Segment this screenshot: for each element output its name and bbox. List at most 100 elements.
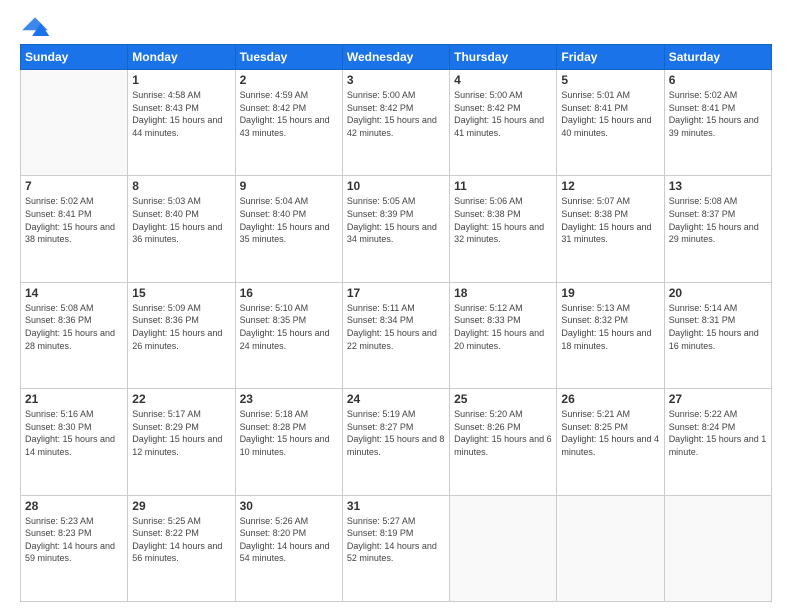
calendar-cell: 6 Sunrise: 5:02 AM Sunset: 8:41 PM Dayli… <box>664 70 771 176</box>
sunrise-text: Sunrise: 5:10 AM <box>240 303 309 313</box>
daylight-text: Daylight: 15 hours and 29 minutes. <box>669 222 759 245</box>
day-number: 7 <box>25 179 123 193</box>
calendar-cell: 2 Sunrise: 4:59 AM Sunset: 8:42 PM Dayli… <box>235 70 342 176</box>
sunrise-text: Sunrise: 5:13 AM <box>561 303 630 313</box>
sunrise-text: Sunrise: 5:01 AM <box>561 90 630 100</box>
calendar-cell: 15 Sunrise: 5:09 AM Sunset: 8:36 PM Dayl… <box>128 282 235 388</box>
day-info: Sunrise: 5:02 AM Sunset: 8:41 PM Dayligh… <box>669 89 767 139</box>
sunset-text: Sunset: 8:36 PM <box>132 315 199 325</box>
calendar-cell: 22 Sunrise: 5:17 AM Sunset: 8:29 PM Dayl… <box>128 389 235 495</box>
calendar-cell: 12 Sunrise: 5:07 AM Sunset: 8:38 PM Dayl… <box>557 176 664 282</box>
day-number: 20 <box>669 286 767 300</box>
day-info: Sunrise: 5:18 AM Sunset: 8:28 PM Dayligh… <box>240 408 338 458</box>
weekday-header-sunday: Sunday <box>21 45 128 70</box>
sunset-text: Sunset: 8:31 PM <box>669 315 736 325</box>
daylight-text: Daylight: 14 hours and 54 minutes. <box>240 541 330 564</box>
sunset-text: Sunset: 8:34 PM <box>347 315 414 325</box>
day-number: 24 <box>347 392 445 406</box>
day-info: Sunrise: 5:19 AM Sunset: 8:27 PM Dayligh… <box>347 408 445 458</box>
day-number: 27 <box>669 392 767 406</box>
sunset-text: Sunset: 8:26 PM <box>454 422 521 432</box>
sunrise-text: Sunrise: 5:07 AM <box>561 196 630 206</box>
calendar-cell: 5 Sunrise: 5:01 AM Sunset: 8:41 PM Dayli… <box>557 70 664 176</box>
sunset-text: Sunset: 8:40 PM <box>240 209 307 219</box>
daylight-text: Daylight: 15 hours and 4 minutes. <box>561 434 659 457</box>
daylight-text: Daylight: 15 hours and 14 minutes. <box>25 434 115 457</box>
sunrise-text: Sunrise: 5:25 AM <box>132 516 201 526</box>
calendar-cell: 26 Sunrise: 5:21 AM Sunset: 8:25 PM Dayl… <box>557 389 664 495</box>
sunrise-text: Sunrise: 5:17 AM <box>132 409 201 419</box>
day-number: 17 <box>347 286 445 300</box>
sunset-text: Sunset: 8:42 PM <box>454 103 521 113</box>
day-number: 6 <box>669 73 767 87</box>
day-info: Sunrise: 5:20 AM Sunset: 8:26 PM Dayligh… <box>454 408 552 458</box>
day-info: Sunrise: 5:09 AM Sunset: 8:36 PM Dayligh… <box>132 302 230 352</box>
day-info: Sunrise: 5:08 AM Sunset: 8:36 PM Dayligh… <box>25 302 123 352</box>
sunset-text: Sunset: 8:25 PM <box>561 422 628 432</box>
calendar-cell: 13 Sunrise: 5:08 AM Sunset: 8:37 PM Dayl… <box>664 176 771 282</box>
page: SundayMondayTuesdayWednesdayThursdayFrid… <box>0 0 792 612</box>
day-info: Sunrise: 5:10 AM Sunset: 8:35 PM Dayligh… <box>240 302 338 352</box>
sunrise-text: Sunrise: 5:06 AM <box>454 196 523 206</box>
daylight-text: Daylight: 15 hours and 44 minutes. <box>132 115 222 138</box>
day-info: Sunrise: 5:06 AM Sunset: 8:38 PM Dayligh… <box>454 195 552 245</box>
daylight-text: Daylight: 14 hours and 52 minutes. <box>347 541 437 564</box>
day-number: 5 <box>561 73 659 87</box>
sunrise-text: Sunrise: 5:23 AM <box>25 516 94 526</box>
day-info: Sunrise: 5:02 AM Sunset: 8:41 PM Dayligh… <box>25 195 123 245</box>
calendar-cell: 27 Sunrise: 5:22 AM Sunset: 8:24 PM Dayl… <box>664 389 771 495</box>
daylight-text: Daylight: 15 hours and 6 minutes. <box>454 434 552 457</box>
calendar-cell: 8 Sunrise: 5:03 AM Sunset: 8:40 PM Dayli… <box>128 176 235 282</box>
day-number: 15 <box>132 286 230 300</box>
sunset-text: Sunset: 8:36 PM <box>25 315 92 325</box>
calendar-cell: 24 Sunrise: 5:19 AM Sunset: 8:27 PM Dayl… <box>342 389 449 495</box>
logo-icon <box>20 16 50 36</box>
calendar-week-row: 28 Sunrise: 5:23 AM Sunset: 8:23 PM Dayl… <box>21 495 772 601</box>
daylight-text: Daylight: 15 hours and 12 minutes. <box>132 434 222 457</box>
daylight-text: Daylight: 15 hours and 1 minute. <box>669 434 767 457</box>
sunset-text: Sunset: 8:40 PM <box>132 209 199 219</box>
day-info: Sunrise: 5:14 AM Sunset: 8:31 PM Dayligh… <box>669 302 767 352</box>
day-info: Sunrise: 5:12 AM Sunset: 8:33 PM Dayligh… <box>454 302 552 352</box>
sunrise-text: Sunrise: 5:14 AM <box>669 303 738 313</box>
day-info: Sunrise: 5:00 AM Sunset: 8:42 PM Dayligh… <box>347 89 445 139</box>
calendar-cell: 14 Sunrise: 5:08 AM Sunset: 8:36 PM Dayl… <box>21 282 128 388</box>
daylight-text: Daylight: 15 hours and 26 minutes. <box>132 328 222 351</box>
day-info: Sunrise: 5:00 AM Sunset: 8:42 PM Dayligh… <box>454 89 552 139</box>
daylight-text: Daylight: 15 hours and 31 minutes. <box>561 222 651 245</box>
sunset-text: Sunset: 8:43 PM <box>132 103 199 113</box>
sunset-text: Sunset: 8:19 PM <box>347 528 414 538</box>
sunrise-text: Sunrise: 5:05 AM <box>347 196 416 206</box>
daylight-text: Daylight: 15 hours and 42 minutes. <box>347 115 437 138</box>
day-number: 8 <box>132 179 230 193</box>
day-info: Sunrise: 5:13 AM Sunset: 8:32 PM Dayligh… <box>561 302 659 352</box>
calendar-cell: 25 Sunrise: 5:20 AM Sunset: 8:26 PM Dayl… <box>450 389 557 495</box>
sunset-text: Sunset: 8:38 PM <box>561 209 628 219</box>
sunrise-text: Sunrise: 4:59 AM <box>240 90 309 100</box>
sunset-text: Sunset: 8:30 PM <box>25 422 92 432</box>
calendar-cell: 29 Sunrise: 5:25 AM Sunset: 8:22 PM Dayl… <box>128 495 235 601</box>
calendar-week-row: 1 Sunrise: 4:58 AM Sunset: 8:43 PM Dayli… <box>21 70 772 176</box>
calendar-cell: 16 Sunrise: 5:10 AM Sunset: 8:35 PM Dayl… <box>235 282 342 388</box>
day-info: Sunrise: 5:07 AM Sunset: 8:38 PM Dayligh… <box>561 195 659 245</box>
sunset-text: Sunset: 8:38 PM <box>454 209 521 219</box>
day-number: 22 <box>132 392 230 406</box>
daylight-text: Daylight: 15 hours and 16 minutes. <box>669 328 759 351</box>
sunrise-text: Sunrise: 5:08 AM <box>25 303 94 313</box>
weekday-header-wednesday: Wednesday <box>342 45 449 70</box>
sunset-text: Sunset: 8:41 PM <box>669 103 736 113</box>
sunrise-text: Sunrise: 4:58 AM <box>132 90 201 100</box>
calendar-cell <box>450 495 557 601</box>
calendar-cell <box>664 495 771 601</box>
day-number: 31 <box>347 499 445 513</box>
day-number: 25 <box>454 392 552 406</box>
sunrise-text: Sunrise: 5:16 AM <box>25 409 94 419</box>
daylight-text: Daylight: 15 hours and 18 minutes. <box>561 328 651 351</box>
day-number: 2 <box>240 73 338 87</box>
sunset-text: Sunset: 8:28 PM <box>240 422 307 432</box>
daylight-text: Daylight: 15 hours and 10 minutes. <box>240 434 330 457</box>
sunset-text: Sunset: 8:27 PM <box>347 422 414 432</box>
day-info: Sunrise: 5:03 AM Sunset: 8:40 PM Dayligh… <box>132 195 230 245</box>
calendar-cell: 21 Sunrise: 5:16 AM Sunset: 8:30 PM Dayl… <box>21 389 128 495</box>
sunrise-text: Sunrise: 5:00 AM <box>347 90 416 100</box>
